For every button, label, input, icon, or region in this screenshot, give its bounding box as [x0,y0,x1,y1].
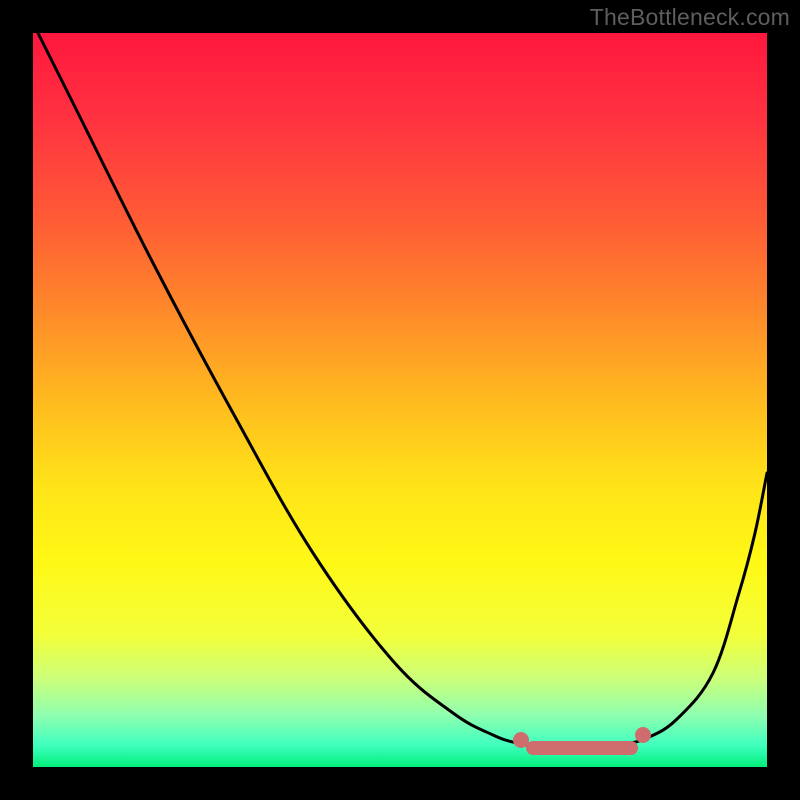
minimum-bar [526,741,638,755]
minimum-dot-right [635,727,651,743]
minimum-dot-left [513,732,529,748]
watermark-text: TheBottleneck.com [590,4,790,31]
gradient-background [33,33,767,767]
plot-svg [33,33,767,767]
chart-frame: TheBottleneck.com [0,0,800,800]
plot-area [33,33,767,767]
